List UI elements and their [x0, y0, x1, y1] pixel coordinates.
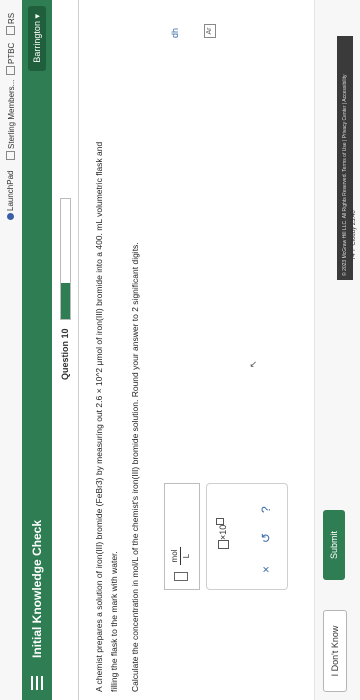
chevron-down-icon: ▾	[32, 14, 42, 19]
help-button[interactable]: ?	[259, 506, 273, 513]
answer-input[interactable]: mol L	[164, 483, 200, 590]
user-menu-button[interactable]: Barrington ▾	[28, 6, 46, 71]
app-window: LaunchPad Sterling Members... PTBC RS In…	[0, 0, 360, 700]
bookmark-icon	[6, 66, 15, 75]
dont-know-button[interactable]: I Don't Know	[323, 610, 347, 692]
question-instruction: Calculate the concentration in mol/L of …	[130, 242, 140, 692]
bookmark-icon	[6, 26, 15, 35]
submit-button[interactable]: Submit	[323, 510, 345, 580]
bookmarks-bar: LaunchPad Sterling Members... PTBC RS	[0, 0, 23, 700]
taskbar-status: 74°F Cloudy 23:40	[351, 210, 357, 260]
app-header: Initial Knowledge Check Barrington ▾	[22, 0, 52, 700]
answer-unit: mol L	[170, 547, 191, 565]
bookmark-ptbc[interactable]: PTBC	[6, 43, 16, 75]
answer-slot[interactable]	[174, 572, 188, 581]
answer-palette: ×10 × ↺ ?	[206, 483, 288, 590]
bookmark-rs[interactable]: RS	[6, 13, 16, 35]
divider	[78, 0, 79, 700]
clear-button[interactable]: ×	[259, 566, 273, 573]
progress-fill	[61, 283, 70, 319]
hamburger-menu-icon[interactable]	[31, 676, 43, 690]
question-text: A chemist prepares a solution of iron(II…	[94, 141, 119, 692]
periodic-table-icon[interactable]: dh	[170, 28, 180, 38]
exponent-slot-icon	[216, 517, 225, 525]
fraction-bar	[180, 547, 181, 565]
bookmark-launchpad[interactable]: LaunchPad	[6, 171, 15, 220]
scientific-notation-button[interactable]: ×10	[215, 517, 230, 549]
calculator-icon[interactable]: Ar	[204, 24, 216, 38]
undo-button[interactable]: ↺	[259, 533, 273, 543]
question-number: Question 10	[60, 328, 70, 380]
progress-bar	[60, 198, 71, 320]
footer: I Don't Know Submit © 2023 McGraw Hill L…	[314, 0, 360, 700]
cursor-icon: ↖	[248, 360, 258, 368]
bookmark-sterling[interactable]: Sterling Members...	[6, 80, 16, 160]
bookmark-icon	[6, 151, 15, 160]
bookmark-icon	[7, 213, 14, 220]
page-title: Initial Knowledge Check	[30, 519, 44, 658]
base-slot-icon	[218, 540, 230, 549]
